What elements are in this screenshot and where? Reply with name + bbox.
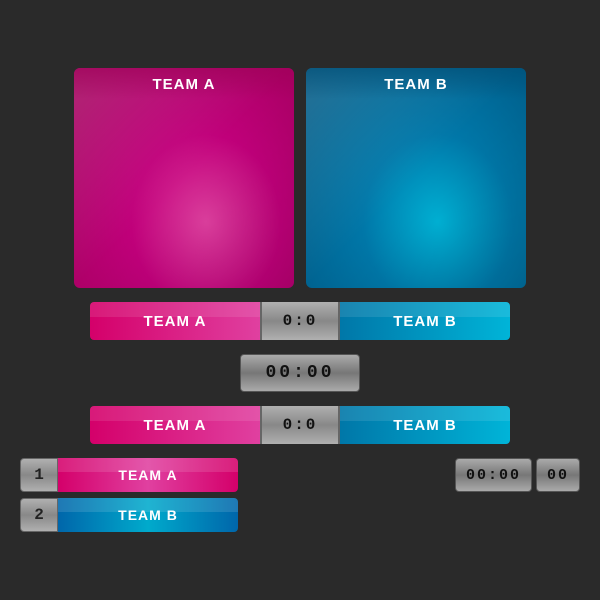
timer1-display: 00:00 <box>240 354 360 392</box>
scoreboard1-team-a: TEAM A <box>90 302 260 340</box>
scoreboard1-team-b: TEAM B <box>340 302 510 340</box>
main-container: TEAM A TEAM B TEAM A 0:0 TEAM B 00:00 TE… <box>20 68 580 532</box>
right-timer: 00:00 00 <box>455 458 580 492</box>
team-a-card-label: TEAM A <box>74 68 294 99</box>
team-b-name-pill: TEAM B <box>58 498 238 532</box>
team-a-row: 1 TEAM A <box>20 458 238 492</box>
scoreboard-row-2: TEAM A 0:0 TEAM B <box>20 406 580 444</box>
team-a-number: 1 <box>20 458 58 492</box>
timer2-extra: 00 <box>536 458 580 492</box>
team-a-name-pill: TEAM A <box>58 458 238 492</box>
scoreboard2-team-a: TEAM A <box>90 406 260 444</box>
team-b-card-label: TEAM B <box>306 68 526 99</box>
timer-row-1: 00:00 <box>20 354 580 392</box>
team-b-card: TEAM B <box>306 68 526 288</box>
scoreboard1-score: 0:0 <box>260 302 340 340</box>
scoreboard2-team-b: TEAM B <box>340 406 510 444</box>
team-a-card: TEAM A <box>74 68 294 288</box>
scoreboard2-score: 0:0 <box>260 406 340 444</box>
bottom-row-team-a: 1 TEAM A 00:00 00 <box>20 458 580 492</box>
team-b-row: 2 TEAM B <box>20 498 580 532</box>
top-cards-row: TEAM A TEAM B <box>20 68 580 288</box>
scoreboard-row-1: TEAM A 0:0 TEAM B <box>20 302 580 340</box>
bottom-rows: 1 TEAM A 00:00 00 2 TEAM B <box>20 458 580 532</box>
team-b-number: 2 <box>20 498 58 532</box>
timer2-main: 00:00 <box>455 458 532 492</box>
